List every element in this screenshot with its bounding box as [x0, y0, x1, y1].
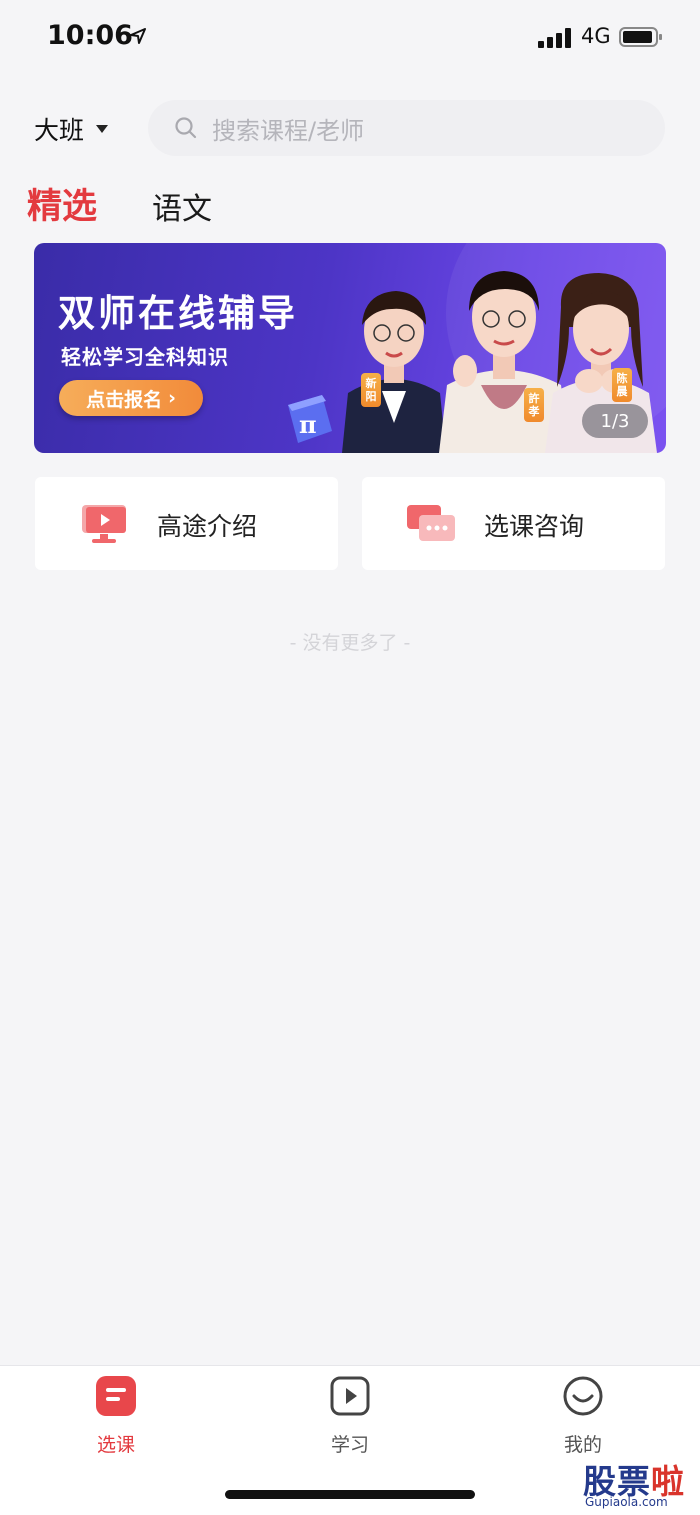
- pi-logo-icon: π: [288, 395, 332, 443]
- location-arrow-icon: [130, 28, 146, 44]
- intro-card-label: 高途介绍: [157, 512, 258, 541]
- consult-card-label: 选课咨询: [484, 512, 585, 541]
- tabbar-item-mine[interactable]: 我的: [523, 1376, 643, 1466]
- consult-card[interactable]: 选课咨询: [362, 477, 665, 570]
- watermark: 股票啦 Gupiaola.com: [583, 1455, 695, 1515]
- play-icon: [330, 1376, 370, 1416]
- tab-featured[interactable]: 精选: [27, 178, 97, 229]
- class-selector[interactable]: 大班: [34, 108, 109, 150]
- banner-title: 双师在线辅导: [58, 292, 298, 335]
- network-type: 4G: [581, 24, 611, 48]
- tab-chinese[interactable]: 语文: [152, 184, 212, 228]
- class-selector-label: 大班: [34, 116, 85, 145]
- status-time: 10:06: [47, 20, 133, 51]
- search-placeholder: 搜索课程/老师: [212, 116, 365, 145]
- course-icon: [96, 1376, 136, 1416]
- list-end-text: - 没有更多了 -: [289, 632, 411, 654]
- signal-icon: [538, 28, 571, 48]
- chat-bubbles-icon: [407, 505, 455, 541]
- home-indicator[interactable]: [225, 1490, 475, 1499]
- tabbar-label-course: 选课: [96, 1434, 135, 1456]
- tabbar-label-study: 学习: [330, 1434, 369, 1456]
- svg-text:π: π: [299, 410, 317, 439]
- search-input[interactable]: 搜索课程/老师: [148, 100, 665, 156]
- signup-button[interactable]: 点击报名 ›: [59, 380, 203, 416]
- intro-card[interactable]: 高途介绍: [35, 477, 338, 570]
- status-bar: 10:06 4G: [0, 0, 700, 80]
- battery-icon: [619, 27, 662, 47]
- teacher-name-tag: 陈晨: [612, 368, 632, 402]
- watermark-url: Gupiaola.com: [585, 1495, 668, 1509]
- tabbar-label-mine: 我的: [563, 1434, 602, 1456]
- promo-banner[interactable]: 双师在线辅导 轻松学习全科知识 点击报名 › π 新阳 許孝 陈晨 1/3: [34, 243, 666, 453]
- carousel-page-indicator: 1/3: [582, 404, 648, 438]
- smile-icon: [563, 1376, 603, 1416]
- banner-subtitle: 轻松学习全科知识: [61, 345, 229, 369]
- signup-button-label: 点击报名: [86, 388, 163, 411]
- caret-down-icon: [96, 125, 109, 133]
- tabbar-item-course[interactable]: 选课: [56, 1376, 176, 1466]
- teacher-name-tag: 許孝: [524, 388, 544, 422]
- teacher-name-tag: 新阳: [361, 373, 381, 407]
- monitor-play-icon: [82, 505, 126, 543]
- tabbar-item-study[interactable]: 学习: [290, 1376, 410, 1466]
- chevron-right-icon: ›: [168, 387, 176, 409]
- search-icon: [175, 117, 197, 139]
